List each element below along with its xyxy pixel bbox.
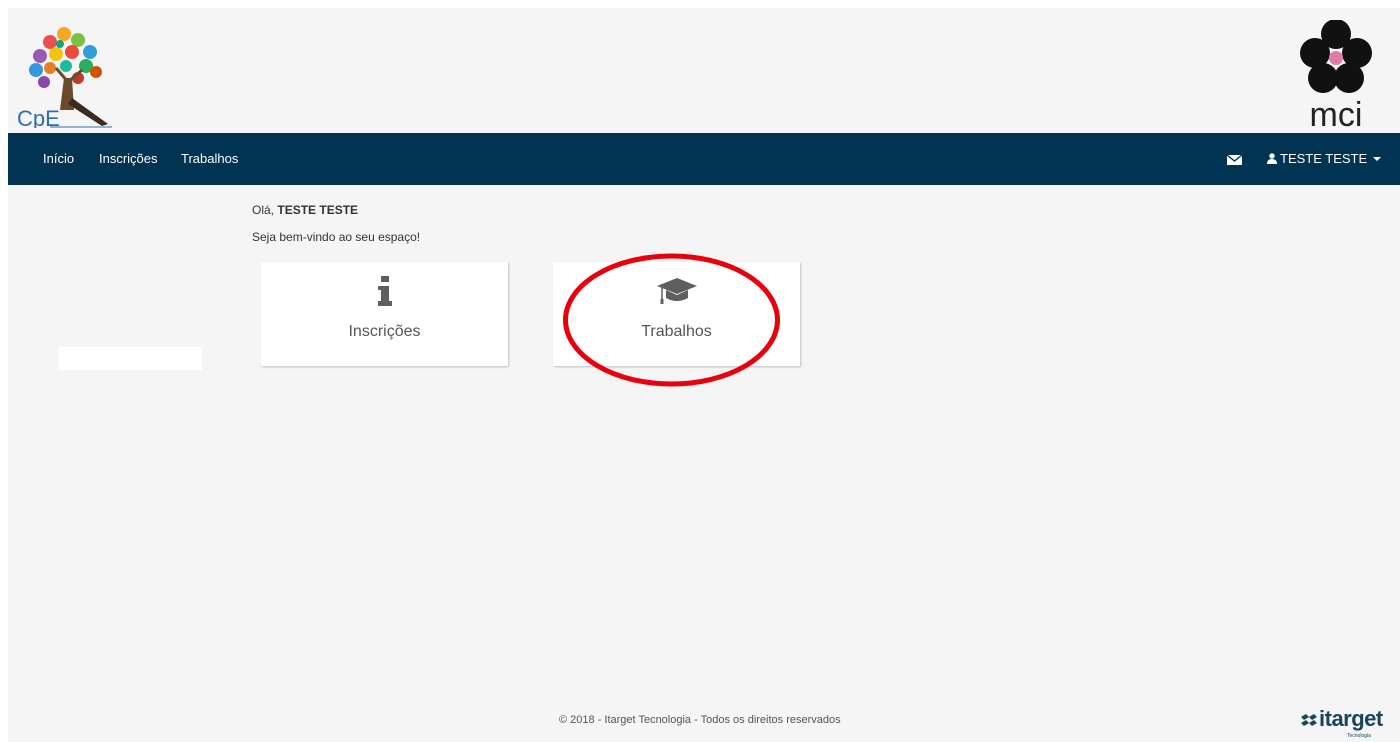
tile-trabalhos[interactable]: Trabalhos [553,262,800,366]
itarget-logo[interactable]: itarget Tecnologia [1297,706,1399,742]
itarget-brand-name: itarget [1319,706,1383,731]
user-icon [1267,153,1277,164]
tile-inscricoes[interactable]: Inscrições [261,262,508,366]
info-icon [377,276,392,306]
nav-item-inicio[interactable]: Início [43,133,74,185]
greeting-prefix: Olá, [252,203,275,217]
mci-logo-text: mci [1310,96,1363,130]
nav-item-trabalhos[interactable]: Trabalhos [181,133,238,185]
greeting-name: TESTE TESTE [277,203,359,217]
cpe-logo[interactable]: CpE [16,20,116,128]
cpe-logo-text: CpE [17,106,60,128]
mci-logo[interactable]: mci [1286,20,1386,130]
itarget-brand-sub: Tecnologia [1347,733,1371,739]
user-name: TESTE TESTE [1280,151,1368,166]
graduation-cap-icon [656,278,697,304]
tile-label: Inscrições [348,323,421,340]
footer-copyright: © 2018 - Itarget Tecnologia - Todos os d… [559,714,841,726]
header: CpE mci [8,8,1400,133]
nav-item-inscricoes[interactable]: Inscrições [99,133,158,185]
welcome-message: Seja bem-vindo ao seu espaço! [252,230,421,244]
greeting: Olá, TESTE TESTE [252,203,358,217]
page: CpE mci Início Inscrições Trabalhos TEST… [8,8,1400,742]
caret-down-icon [1373,157,1382,161]
sidebar-placeholder [59,347,202,370]
itarget-mark-icon [1301,714,1317,726]
tile-label: Trabalhos [641,323,712,340]
top-navbar: Início Inscrições Trabalhos TESTE TESTE [8,133,1400,185]
user-menu-dropdown[interactable]: TESTE TESTE [1267,133,1382,185]
envelope-icon[interactable] [1227,152,1242,167]
